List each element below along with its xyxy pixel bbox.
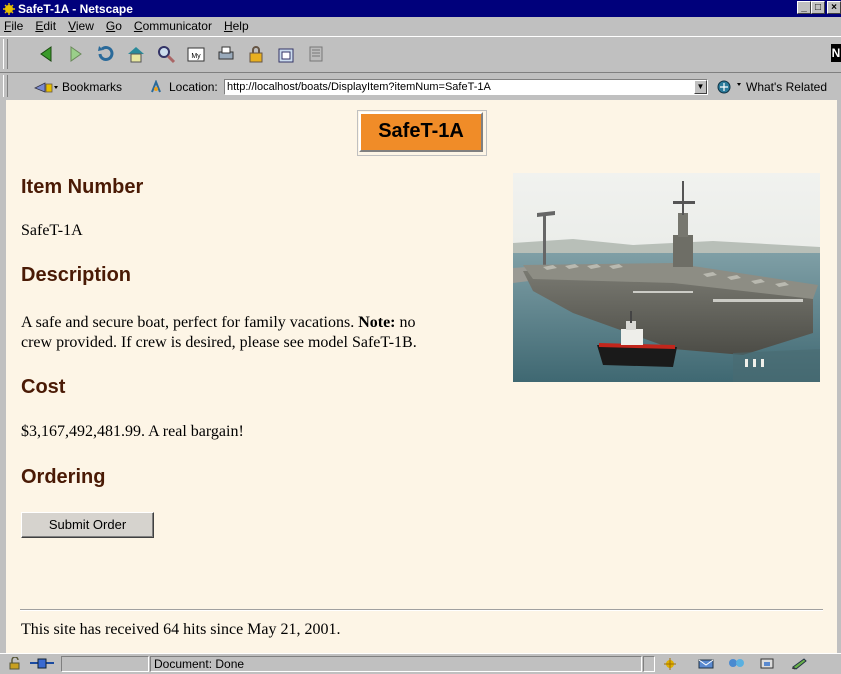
- back-icon[interactable]: [36, 44, 56, 64]
- description-note-label: Note:: [358, 314, 396, 331]
- menu-view[interactable]: View: [62, 19, 100, 33]
- security-lock-icon[interactable]: [8, 656, 22, 673]
- progress-cell: [61, 656, 149, 672]
- status-text: Document: Done: [150, 656, 642, 672]
- location-icon[interactable]: [149, 79, 163, 97]
- instant-messenger-icon[interactable]: [790, 657, 810, 673]
- item-number-heading: Item Number: [21, 176, 144, 198]
- cost-heading: Cost: [21, 376, 66, 398]
- netscape-app-icon: [3, 2, 15, 15]
- status-divider-cell: [643, 656, 655, 672]
- location-label: Location:: [169, 80, 218, 94]
- print-icon[interactable]: [216, 44, 236, 64]
- netscape-logo[interactable]: N: [831, 44, 841, 62]
- menu-edit[interactable]: Edit: [29, 19, 62, 33]
- close-button[interactable]: ×: [827, 1, 841, 14]
- bookmarks-icon[interactable]: [33, 80, 59, 97]
- url-dropdown-button[interactable]: ▼: [694, 80, 707, 94]
- item-number-value: SafeT-1A: [21, 222, 83, 239]
- menu-file[interactable]: File: [0, 19, 29, 33]
- description-text: A safe and secure boat, perfect for fami…: [21, 313, 501, 353]
- maximize-button[interactable]: □: [811, 1, 825, 14]
- mail-icon[interactable]: [697, 657, 717, 673]
- window-title-bar[interactable]: SafeT-1A - Netscape _ □ ×: [0, 0, 841, 17]
- menu-help[interactable]: Help: [218, 19, 255, 33]
- my-netscape-icon[interactable]: My: [186, 44, 206, 64]
- footer-divider: [20, 609, 823, 611]
- whats-related-icon[interactable]: [714, 79, 744, 98]
- navigator-icon[interactable]: [662, 657, 678, 673]
- description-text-part2: no: [395, 314, 416, 331]
- description-heading: Description: [21, 264, 132, 286]
- item-title: SafeT-1A: [359, 112, 483, 152]
- home-icon[interactable]: [126, 44, 146, 64]
- window-title: SafeT-1A - Netscape: [18, 1, 133, 16]
- description-text-line2: crew provided. If crew is desired, pleas…: [21, 334, 417, 351]
- newsgroups-icon[interactable]: [727, 657, 747, 673]
- navigation-toolbar: My N: [0, 36, 841, 72]
- hit-counter-text: This site has received 64 hits since May…: [21, 621, 341, 638]
- window-right-edge: [837, 100, 841, 653]
- url-input[interactable]: http://localhost/boats/DisplayItem?itemN…: [224, 79, 708, 95]
- item-title-box: SafeT-1A: [357, 110, 487, 156]
- description-text-part1: A safe and secure boat, perfect for fami…: [21, 314, 359, 331]
- svg-text:My: My: [191, 53, 201, 60]
- bookmarks-label[interactable]: Bookmarks: [62, 80, 122, 94]
- reload-icon[interactable]: [96, 44, 116, 64]
- search-icon[interactable]: [156, 44, 176, 64]
- submit-order-button[interactable]: Submit Order: [21, 512, 154, 538]
- stop-icon[interactable]: [306, 44, 326, 64]
- minimize-button[interactable]: _: [797, 1, 811, 14]
- ordering-heading: Ordering: [21, 466, 106, 488]
- shop-icon[interactable]: [276, 44, 296, 64]
- composer-icon[interactable]: [758, 657, 776, 673]
- menu-communicator[interactable]: Communicator: [128, 19, 218, 33]
- status-bar: Document: Done: [0, 653, 841, 674]
- boat-image: [513, 173, 820, 382]
- whats-related-label[interactable]: What's Related: [746, 80, 827, 94]
- security-icon[interactable]: [246, 44, 266, 64]
- location-toolbar: Bookmarks Location: http://localhost/boa…: [0, 72, 841, 99]
- menu-bar: File Edit View Go Communicator Help: [0, 17, 841, 35]
- forward-icon[interactable]: [66, 44, 86, 64]
- page-content: SafeT-1A Item Number SafeT-1A Descriptio…: [6, 100, 837, 653]
- menu-go[interactable]: Go: [100, 19, 128, 33]
- cost-text: $3,167,492,481.99. A real bargain!: [21, 423, 244, 440]
- connection-icon: [28, 657, 56, 673]
- location-toolbar-grip[interactable]: [3, 75, 8, 97]
